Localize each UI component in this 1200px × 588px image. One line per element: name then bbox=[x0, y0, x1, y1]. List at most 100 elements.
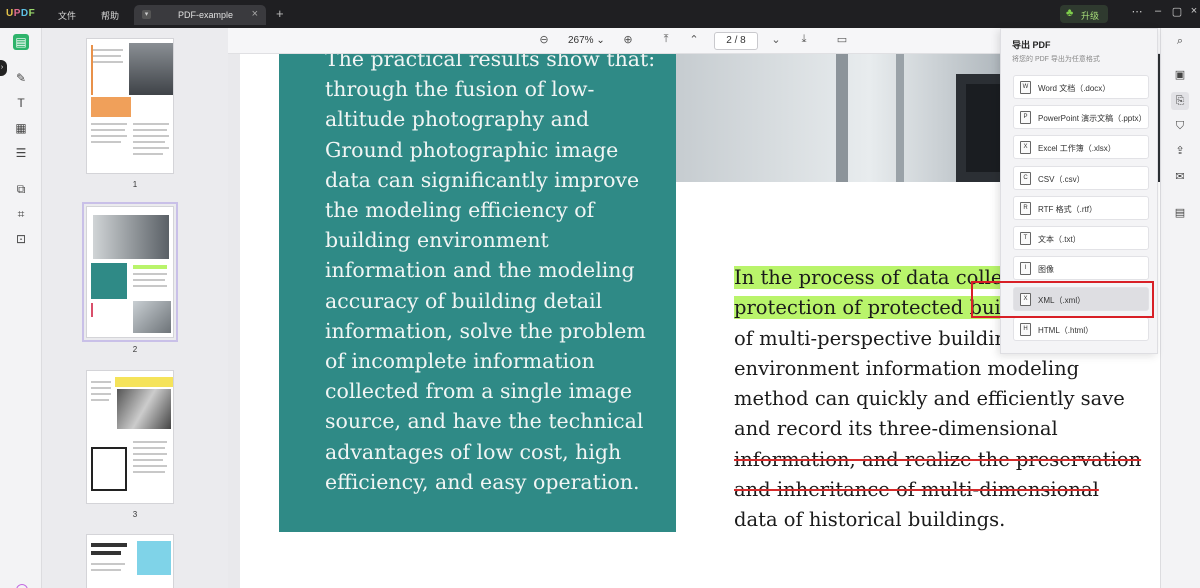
last-page-icon[interactable]: ⤓ bbox=[796, 33, 812, 46]
upgrade-button[interactable]: ♣ 升级 bbox=[1060, 5, 1108, 23]
app-logo[interactable]: UPDF bbox=[6, 8, 35, 19]
organize-pages-icon[interactable]: ⧉ bbox=[13, 181, 29, 197]
thumbnail-number: 1 bbox=[132, 180, 138, 189]
text-line: information, and realize the preservatio… bbox=[734, 447, 1142, 471]
text-line: environment information modeling bbox=[734, 356, 1080, 380]
text-line: data of historical buildings. bbox=[734, 508, 1006, 532]
export-rtf-button[interactable]: R RTF 格式（.rtf） bbox=[1013, 196, 1149, 220]
text-line: information, solve the problem bbox=[325, 318, 646, 343]
zoom-in-icon[interactable]: ⊕ bbox=[620, 33, 636, 46]
word-icon: W bbox=[1020, 81, 1031, 94]
thumbnail-page-2[interactable] bbox=[82, 202, 178, 342]
text-line: building environment bbox=[325, 228, 549, 253]
minimize-icon[interactable]: – bbox=[1151, 5, 1165, 17]
protect-icon[interactable]: ⛉ bbox=[1171, 117, 1189, 135]
rtf-icon: R bbox=[1020, 202, 1031, 215]
export-csv-button[interactable]: C CSV（.csv） bbox=[1013, 166, 1149, 190]
text-line: The practical results show that: bbox=[325, 54, 656, 71]
edit-text-icon[interactable]: T bbox=[13, 95, 29, 111]
share-icon[interactable]: ⇪ bbox=[1171, 142, 1189, 160]
text-line: and record its three-dimensional bbox=[734, 417, 1058, 441]
export-label: Word 文档（.docx） bbox=[1038, 84, 1111, 93]
text-line: the modeling efficiency of bbox=[325, 198, 595, 223]
menu-help[interactable]: 帮助 bbox=[101, 9, 119, 22]
text-line: Ground photographic image bbox=[325, 137, 619, 162]
tree-icon: ♣ bbox=[1066, 7, 1074, 19]
text-file-icon: T bbox=[1020, 232, 1031, 245]
upgrade-label: 升级 bbox=[1081, 11, 1100, 21]
thumbnail-page-1[interactable] bbox=[86, 38, 174, 174]
presentation-icon[interactable]: ▭ bbox=[834, 33, 850, 46]
first-page-icon[interactable]: ⤒ bbox=[658, 33, 674, 46]
export-label: HTML（.html） bbox=[1038, 326, 1094, 335]
annotation-highlight-box bbox=[971, 281, 1154, 318]
text-line: source, and have the technical bbox=[325, 409, 644, 434]
text-line: method can quickly and efficiently save bbox=[734, 387, 1125, 411]
email-icon[interactable]: ✉ bbox=[1171, 168, 1189, 186]
text-line: data can significantly improve bbox=[325, 167, 640, 192]
html-icon: H bbox=[1020, 323, 1031, 336]
panel-subtitle: 将您的 PDF 导出为任意格式 bbox=[1012, 56, 1100, 63]
dropdown-icon[interactable]: ▾ bbox=[142, 10, 151, 19]
left-tool-rail: › ▤ ✎ T ▦ ☰ ⧉ ⌗ ⊡ bbox=[0, 28, 42, 588]
export-label: PowerPoint 演示文稿（.pptx） bbox=[1038, 114, 1147, 123]
save-icon[interactable]: ▤ bbox=[1171, 204, 1189, 222]
menu-file[interactable]: 文件 bbox=[58, 9, 76, 22]
thumbnail-number: 2 bbox=[132, 345, 138, 354]
export-label: CSV（.csv） bbox=[1038, 175, 1085, 184]
csv-icon: C bbox=[1020, 172, 1031, 185]
window-close-icon[interactable]: × bbox=[1187, 5, 1200, 17]
text-line: of incomplete information bbox=[325, 349, 595, 374]
panel-title: 导出 PDF bbox=[1012, 40, 1051, 50]
image-icon: I bbox=[1020, 262, 1031, 275]
teal-paragraph: The practical results show that: through… bbox=[325, 54, 665, 497]
export-powerpoint-button[interactable]: P PowerPoint 演示文稿（.pptx） bbox=[1013, 105, 1149, 129]
export-icon[interactable]: ⎘ bbox=[1171, 92, 1189, 110]
title-bar: UPDF 文件 帮助 ▾ PDF-example × + ♣ 升级 ⋯ – ▢ … bbox=[0, 0, 1200, 28]
previous-page-icon[interactable]: ⌃ bbox=[686, 33, 702, 46]
text-line: advantages of low cost, high bbox=[325, 439, 622, 464]
excel-icon: X bbox=[1020, 141, 1031, 154]
text-line: collected from a single image bbox=[325, 379, 633, 404]
close-icon[interactable]: × bbox=[252, 8, 258, 20]
export-word-button[interactable]: W Word 文档（.docx） bbox=[1013, 75, 1149, 99]
ocr-icon[interactable]: ⊡ bbox=[13, 231, 29, 247]
tab-label: PDF-example bbox=[178, 10, 234, 20]
export-label: 文本（.txt） bbox=[1038, 235, 1081, 244]
profile-icon[interactable] bbox=[16, 584, 28, 588]
zoom-out-icon[interactable]: ⊖ bbox=[536, 33, 552, 46]
export-image-button[interactable]: I 图像 bbox=[1013, 256, 1149, 280]
text-line: information and the modeling bbox=[325, 258, 635, 283]
text-line: accuracy of building detail bbox=[325, 288, 603, 313]
ocr-tool-icon[interactable]: ▣ bbox=[1171, 66, 1189, 84]
teal-text-block: The practical results show that: through… bbox=[279, 54, 676, 532]
more-icon[interactable]: ⋯ bbox=[1130, 5, 1144, 18]
tab-pdf-example[interactable]: ▾ PDF-example × bbox=[134, 5, 266, 25]
text-line: and inheritance of multi-dimensional bbox=[734, 478, 1099, 502]
reader-icon[interactable]: ▤ bbox=[13, 34, 29, 50]
crop-icon[interactable]: ⌗ bbox=[13, 206, 29, 222]
thumbnail-page-4[interactable] bbox=[86, 534, 174, 588]
collapse-handle-icon[interactable]: › bbox=[0, 60, 7, 76]
text-line: altitude photography and bbox=[325, 107, 590, 132]
thumbnail-page-3[interactable] bbox=[86, 370, 174, 504]
export-text-button[interactable]: T 文本（.txt） bbox=[1013, 226, 1149, 250]
thumbnail-panel: 1 2 3 bbox=[42, 28, 228, 588]
export-excel-button[interactable]: X Excel 工作簿（.xlsx） bbox=[1013, 135, 1149, 159]
search-icon[interactable]: ⌕ bbox=[1171, 32, 1189, 50]
powerpoint-icon: P bbox=[1020, 111, 1031, 124]
export-label: Excel 工作簿（.xlsx） bbox=[1038, 144, 1116, 153]
page-number-field[interactable]: 2 / 8 bbox=[714, 32, 758, 50]
maximize-icon[interactable]: ▢ bbox=[1170, 5, 1184, 18]
zoom-level[interactable]: 267% ⌄ bbox=[568, 35, 605, 46]
export-label: RTF 格式（.rtf） bbox=[1038, 205, 1097, 214]
text-line: efficiency, and easy operation. bbox=[325, 469, 640, 494]
page-layout-icon[interactable]: ▦ bbox=[13, 120, 29, 136]
thumbnail-number: 3 bbox=[132, 510, 138, 519]
form-icon[interactable]: ☰ bbox=[13, 145, 29, 161]
add-tab-icon[interactable]: + bbox=[276, 6, 284, 21]
comment-icon[interactable]: ✎ bbox=[13, 70, 29, 86]
export-html-button[interactable]: H HTML（.html） bbox=[1013, 317, 1149, 341]
text-line: through the fusion of low- bbox=[325, 77, 595, 102]
next-page-icon[interactable]: ⌄ bbox=[768, 33, 784, 46]
